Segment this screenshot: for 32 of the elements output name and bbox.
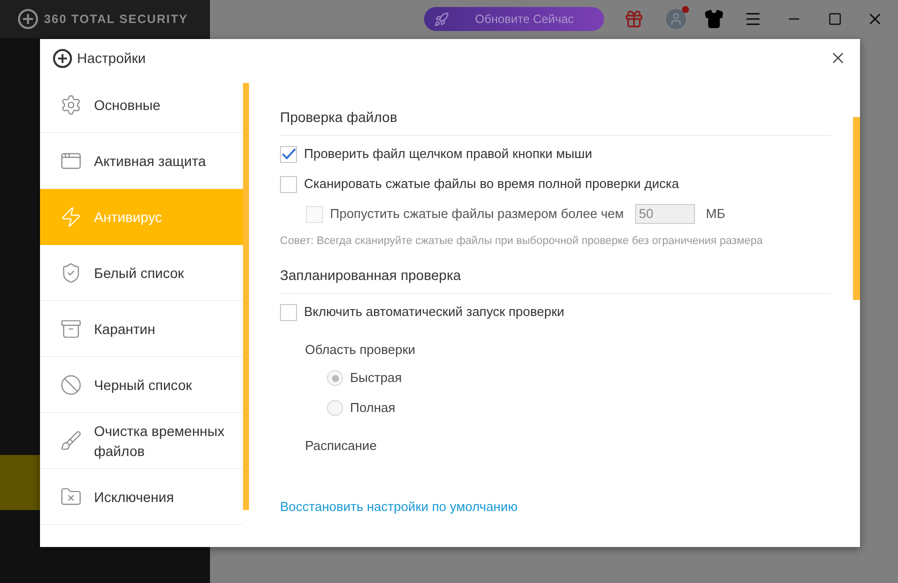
shield-check-icon <box>60 262 82 284</box>
hint-text: Совет: Всегда сканируйте сжатые файлы при выборочной проверке без ограничения размера <box>280 234 764 249</box>
box-icon <box>60 318 82 340</box>
checkbox[interactable] <box>280 146 297 162</box>
option-label: Сканировать сжатые файлы во время полной проверки диска <box>304 175 679 194</box>
unit-label: МБ <box>706 205 726 224</box>
section-title: Проверка файлов <box>280 107 831 136</box>
plus-circle-logo-icon <box>53 48 72 68</box>
radio-label: Полная <box>350 399 396 418</box>
group-title: Область проверки <box>305 341 416 359</box>
option-label: Пропустить сжатые файлы размером более чем <box>330 205 624 224</box>
checkbox[interactable] <box>280 176 297 192</box>
gear-icon <box>60 94 82 116</box>
scrollbar-thumb[interactable] <box>243 83 249 510</box>
maximize-icon[interactable] <box>828 12 842 26</box>
group-title: Расписание <box>305 437 378 455</box>
plus-circle-logo-icon <box>18 9 38 29</box>
menu-icon[interactable] <box>744 10 762 28</box>
shirt-icon[interactable] <box>704 9 724 29</box>
checkbox[interactable] <box>280 304 297 320</box>
gift-icon[interactable] <box>624 9 644 29</box>
user-avatar-icon[interactable] <box>666 9 686 29</box>
app-title: 360 TOTAL SECURITY <box>44 11 188 28</box>
dialog-title: Настройки <box>77 48 146 68</box>
brush-icon <box>60 430 82 452</box>
section-title: Запланированная проверка <box>280 265 831 294</box>
checkmark-icon <box>281 147 296 161</box>
option-label: Проверить файл щелчком правой кнопки мыши <box>304 145 592 164</box>
scrollbar-thumb[interactable] <box>853 117 860 300</box>
rocket-icon <box>434 12 449 26</box>
option-label: Включить автоматический запуск проверки <box>304 303 564 322</box>
radio-label: Быстрая <box>350 369 402 388</box>
